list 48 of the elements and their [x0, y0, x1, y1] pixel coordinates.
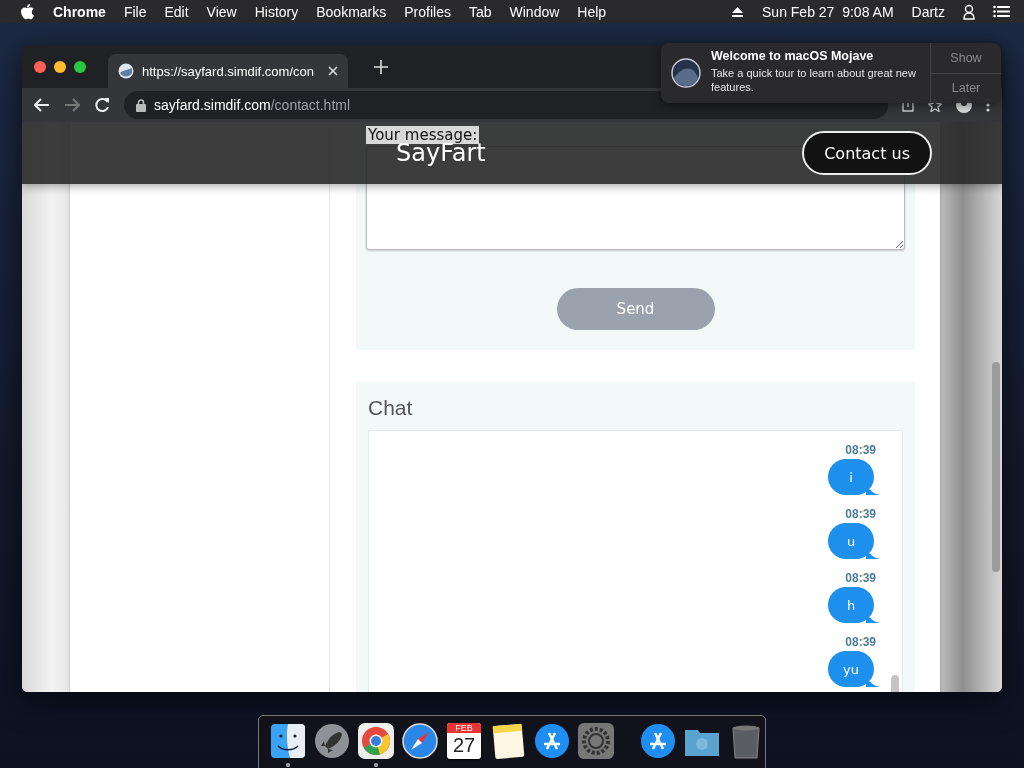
- menu-item[interactable]: Bookmarks: [316, 3, 387, 20]
- globe-icon: [118, 63, 134, 79]
- menu-item[interactable]: File: [123, 3, 147, 20]
- menu-item[interactable]: Window: [509, 3, 560, 20]
- app-store-icon[interactable]: [533, 722, 571, 760]
- compass-icon[interactable]: [401, 722, 439, 760]
- message-label: Your message:: [366, 126, 480, 144]
- user-icon[interactable]: [963, 3, 975, 20]
- app-menu[interactable]: Chrome: [53, 3, 106, 20]
- notification-action[interactable]: Show: [931, 43, 1001, 73]
- user-name[interactable]: Dartz: [911, 3, 945, 20]
- contact-button[interactable]: Contact us: [802, 131, 932, 175]
- mountain-icon: [671, 58, 701, 88]
- calendar-icon[interactable]: FEB 27: [447, 723, 481, 759]
- menu-item[interactable]: View: [206, 3, 237, 20]
- apple-icon[interactable]: [20, 3, 35, 20]
- finder-icon[interactable]: [269, 722, 307, 760]
- message-time: 08:39: [845, 571, 876, 585]
- page-scrollbar-thumb[interactable]: [992, 362, 1000, 572]
- rocket-icon[interactable]: [313, 722, 351, 760]
- scrollbar-thumb[interactable]: [891, 675, 899, 692]
- url-text: sayfard.simdif.com/contact.html: [154, 97, 351, 113]
- menu-item[interactable]: Help: [577, 3, 607, 20]
- message-time: 08:39: [845, 635, 876, 649]
- back-icon[interactable]: [34, 98, 50, 112]
- zoom-window-icon[interactable]: [74, 60, 86, 73]
- eject-icon[interactable]: [731, 5, 744, 18]
- browser-tab[interactable]: https://sayfard.simdif.com/con: [108, 54, 348, 88]
- list-icon[interactable]: [993, 5, 1010, 18]
- minimize-window-icon[interactable]: [54, 60, 66, 73]
- new-tab-icon[interactable]: [374, 59, 388, 74]
- menu-item[interactable]: Tab: [468, 3, 492, 20]
- menu-item[interactable]: History: [254, 3, 299, 20]
- lock-icon: [136, 98, 146, 112]
- menu-clock[interactable]: Sun Feb 27 9:08 AM: [762, 3, 894, 20]
- reload-icon[interactable]: [94, 97, 110, 113]
- message-time: 08:39: [845, 507, 876, 521]
- app-store-icon[interactable]: [639, 722, 677, 760]
- notification-title: Welcome to macOS Mojave: [711, 49, 875, 63]
- close-window-icon[interactable]: [34, 60, 46, 73]
- message-time: 08:39: [845, 443, 876, 457]
- menu-item[interactable]: Profiles: [404, 3, 451, 20]
- close-tab-icon[interactable]: [328, 66, 338, 76]
- chrome-icon[interactable]: [357, 722, 395, 760]
- notification-action[interactable]: Later: [931, 72, 1001, 103]
- gear-icon[interactable]: [577, 722, 615, 760]
- menu-item[interactable]: Edit: [164, 3, 189, 20]
- chat-title: Chat: [368, 396, 414, 420]
